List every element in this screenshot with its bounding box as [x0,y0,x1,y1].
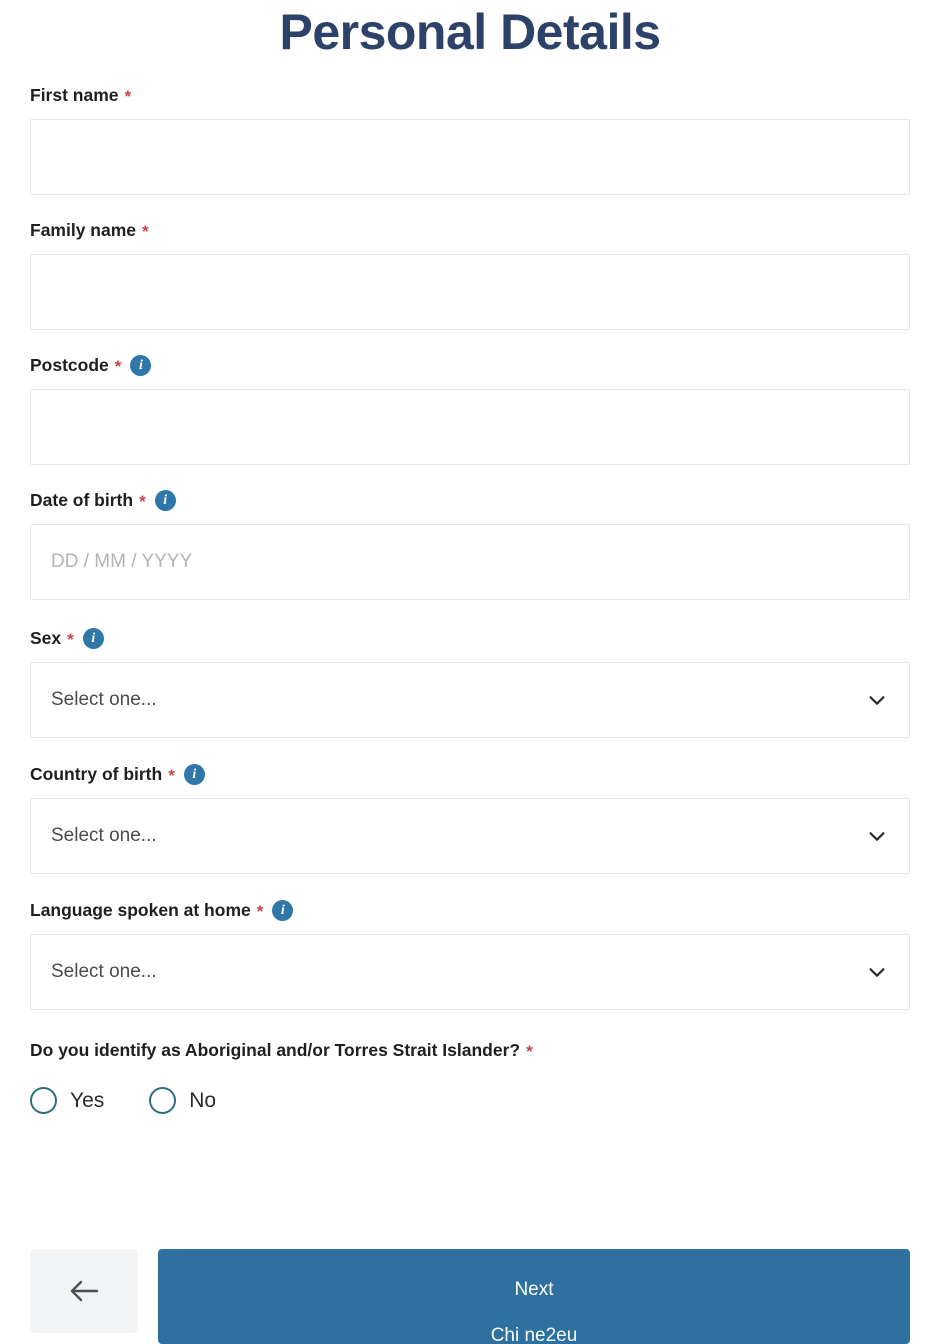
info-icon[interactable]: i [183,763,205,785]
postcode-input[interactable] [30,389,910,465]
label-text: Family name [30,220,137,240]
info-icon[interactable]: i [82,627,104,649]
select-value: Select one... [51,961,157,982]
field-label-date-of-birth: Date of birth * i [30,489,910,511]
radio-option-yes[interactable]: Yes [30,1087,104,1114]
next-button-sublabel: Chi ne2eu [490,1325,578,1344]
field-label-postcode: Postcode * i [30,354,910,376]
required-marker-icon: * [139,491,146,511]
date-of-birth-input[interactable] [30,524,910,600]
aboriginal-identification-radio-group: Yes No [30,1087,910,1114]
language-spoken-at-home-select[interactable]: Select one... [30,934,910,1010]
form-footer: Next Chi ne2eu [30,1249,910,1344]
field-postcode: Postcode * i [30,354,910,465]
page-title: Personal Details [279,4,661,60]
field-label-language-spoken-at-home: Language spoken at home * i [30,899,910,921]
field-label-sex: Sex * i [30,627,910,649]
select-value: Select one... [51,825,157,846]
field-language-spoken-at-home: Language spoken at home * i Select one..… [30,899,910,1010]
country-of-birth-select[interactable]: Select one... [30,798,910,874]
radio-circle-icon[interactable] [30,1087,57,1114]
required-marker-icon: * [168,765,175,785]
radio-label-yes: Yes [70,1088,105,1112]
label-text: Sex [30,628,62,648]
required-marker-icon: * [142,221,149,241]
aboriginal-identification-question: Do you identify as Aboriginal and/or Tor… [30,1040,910,1061]
sex-select-wrap: Select one... [30,662,910,738]
field-family-name: Family name * [30,219,910,330]
field-date-of-birth: Date of birth * i [30,489,910,600]
first-name-input[interactable] [30,119,910,195]
required-marker-icon: * [526,1042,533,1061]
label-text: Country of birth [30,764,163,784]
radio-option-no[interactable]: No [149,1087,216,1114]
radio-circle-icon[interactable] [149,1087,177,1114]
field-label-first-name: First name * [30,84,910,106]
label-text: Date of birth [30,490,134,510]
language-select-wrap: Select one... [30,934,910,1010]
label-text: First name [30,85,119,105]
required-marker-icon: * [67,629,74,649]
field-label-family-name: Family name * [30,219,910,241]
sex-select[interactable]: Select one... [30,662,910,738]
personal-details-form-page: Personal Details First name * Family nam… [0,0,940,1344]
info-icon[interactable]: i [130,354,152,376]
field-first-name: First name * [30,84,910,195]
field-sex: Sex * i Select one... [30,627,910,738]
label-text: Postcode [30,355,109,375]
back-button[interactable] [30,1249,138,1333]
select-value: Select one... [51,689,157,710]
field-country-of-birth: Country of birth * i Select one... [30,763,910,874]
required-marker-icon: * [256,901,264,921]
arrow-left-icon [70,1280,99,1302]
info-icon[interactable]: i [272,899,294,921]
field-label-country-of-birth: Country of birth * i [30,763,910,785]
required-marker-icon: * [114,356,122,376]
family-name-input[interactable] [30,254,910,330]
next-button-label: Next [514,1279,554,1300]
label-text: Language spoken at home [30,900,251,920]
form-body: First name * Family name * Postcode * i [0,84,940,1114]
info-icon[interactable]: i [154,489,176,511]
required-marker-icon: * [124,86,132,106]
next-button[interactable]: Next Chi ne2eu [158,1249,910,1344]
radio-label-no: No [189,1088,217,1112]
country-of-birth-select-wrap: Select one... [30,798,910,874]
question-text: Do you identify as Aboriginal and/or Tor… [30,1040,521,1060]
